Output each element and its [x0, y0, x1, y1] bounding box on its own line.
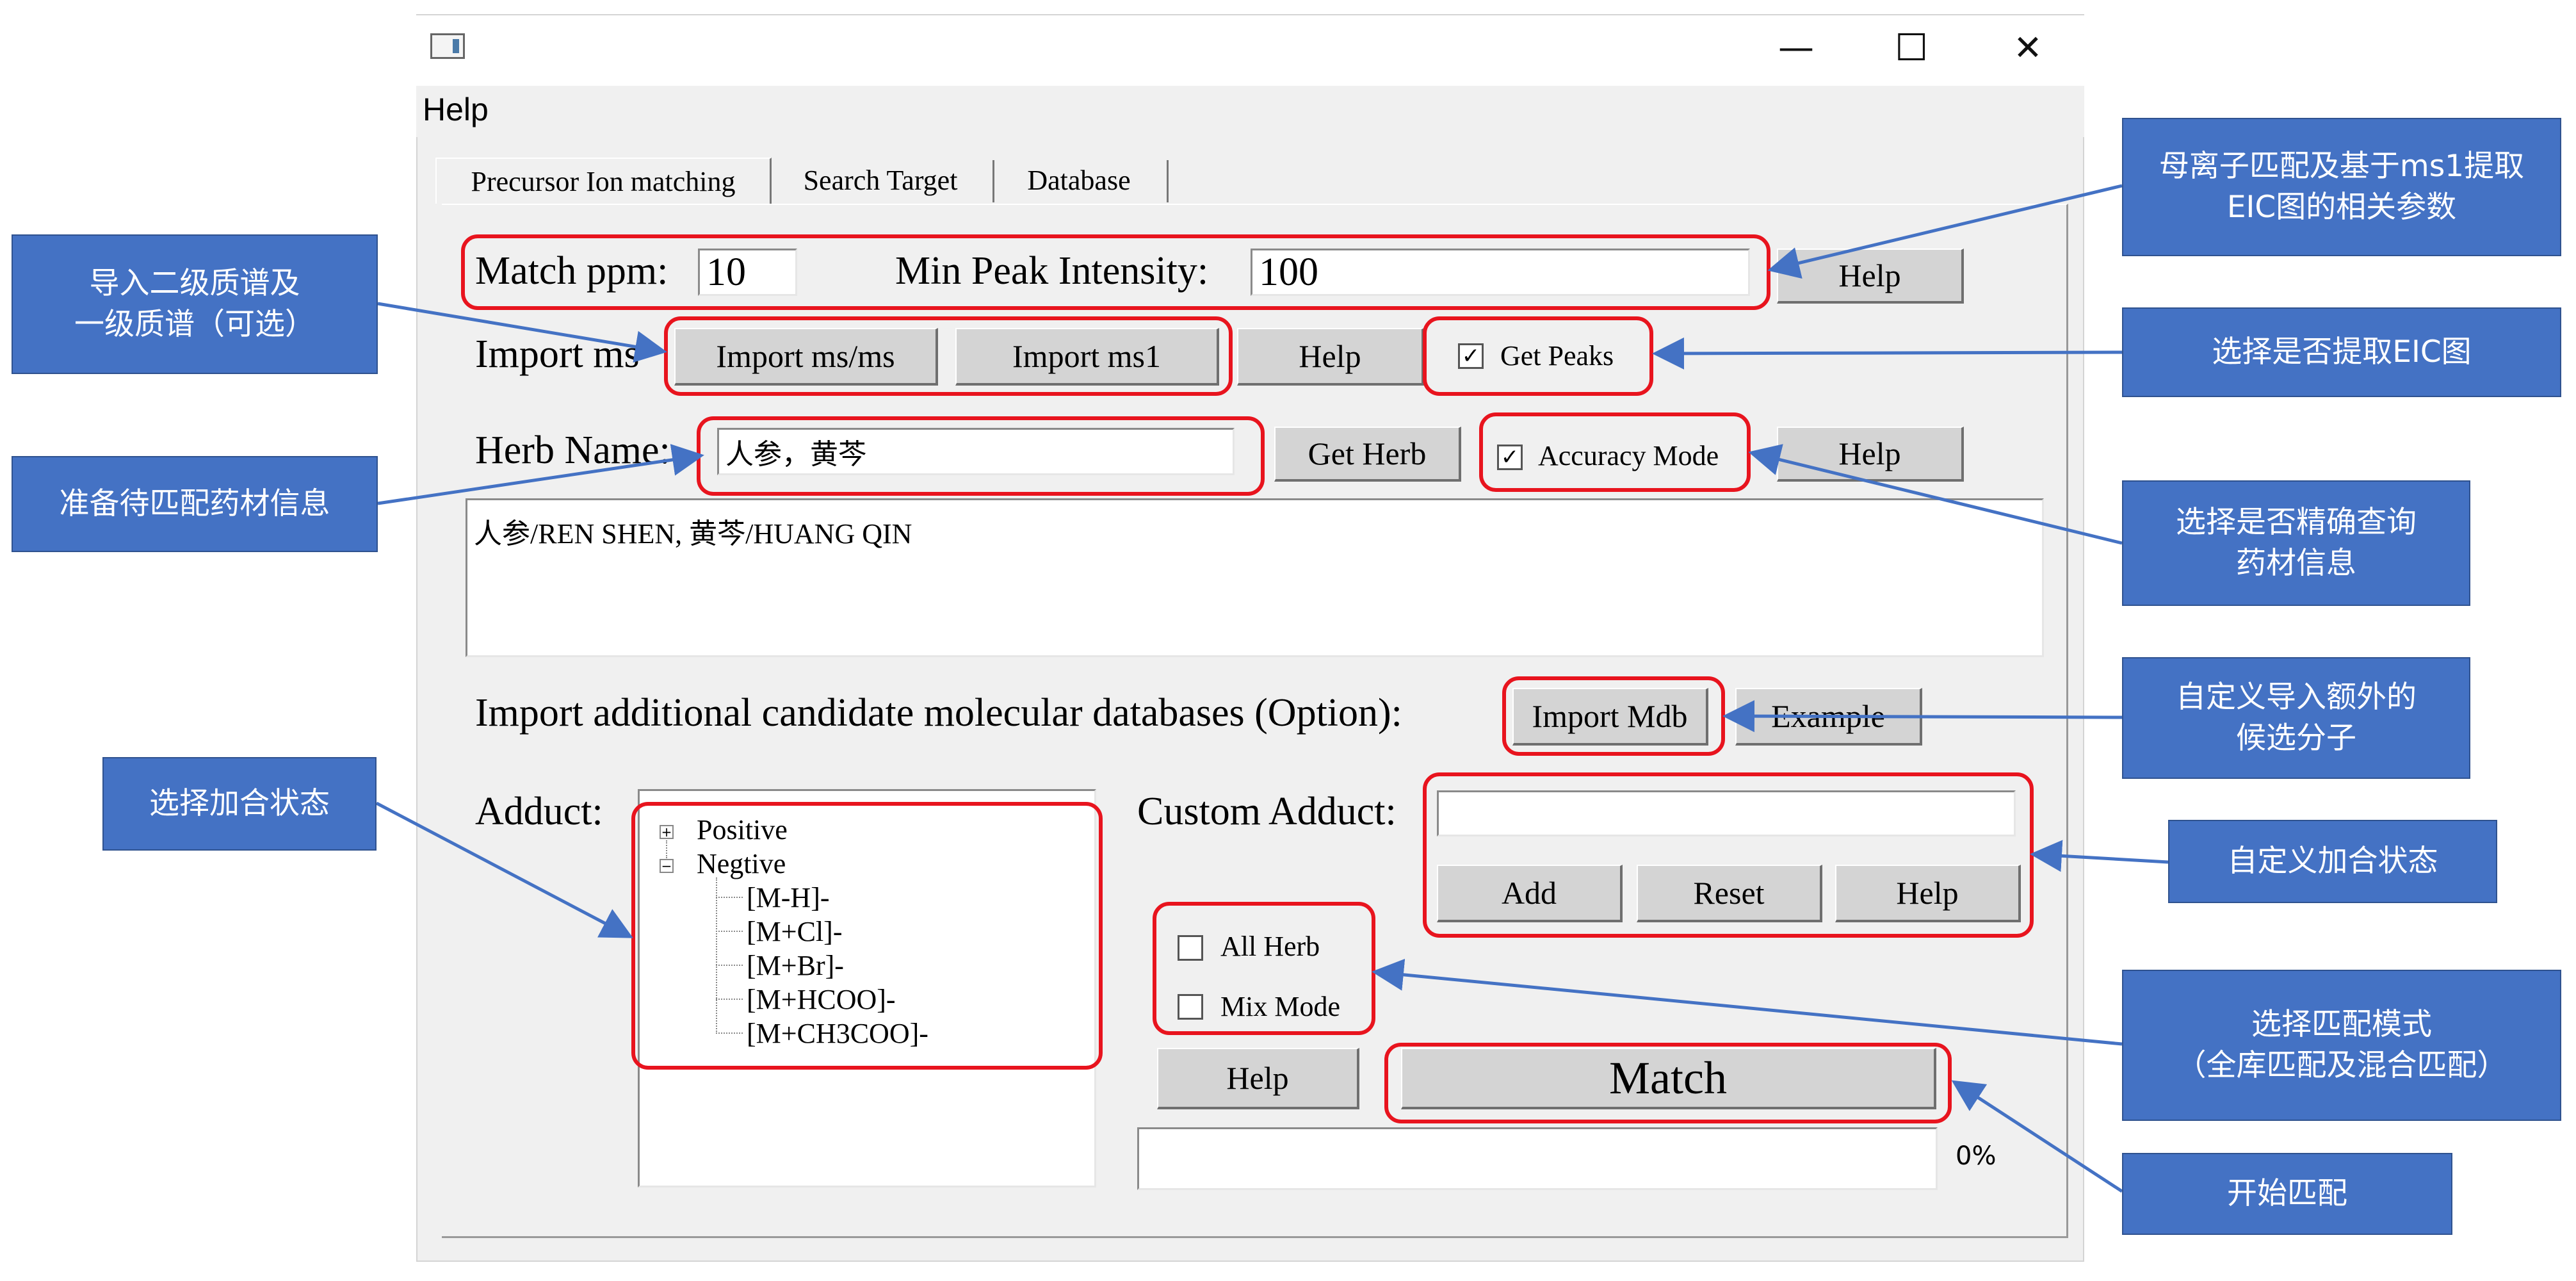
annotation-import-spectra: 导入二级质谱及 一级质谱（可选） — [12, 234, 378, 374]
annotation-params: 母离子匹配及基于ms1提取 EIC图的相关参数 — [2122, 118, 2561, 256]
arrow-custom-adduct — [2030, 840, 2169, 872]
annotation-prepare-herb: 准备待匹配药材信息 — [12, 456, 378, 552]
annotation-accuracy: 选择是否精确查询 药材信息 — [2122, 480, 2470, 606]
arrow-accuracy — [1748, 444, 2123, 545]
annotation-custom-adduct: 自定义加合状态 — [2168, 820, 2497, 903]
annotation-custom-mol: 自定义导入额外的 候选分子 — [2122, 657, 2470, 779]
arrow-start — [1951, 1080, 2123, 1193]
annotation-adduct: 选择加合状态 — [102, 757, 377, 851]
arrow-get-peaks — [1652, 337, 2123, 370]
annotation-get-eic: 选择是否提取EIC图 — [2122, 307, 2561, 397]
arrow-custom-mol — [1722, 700, 2123, 733]
arrow-params — [1767, 184, 2123, 279]
arrow-match-mode — [1372, 958, 2123, 1046]
annotation-start: 开始匹配 — [2122, 1153, 2452, 1235]
arrow-import-spectra — [377, 302, 667, 363]
arrow-adduct — [375, 801, 633, 938]
annotation-match-mode: 选择匹配模式 （全库匹配及混合匹配） — [2122, 970, 2561, 1121]
arrow-prepare-herb — [377, 444, 704, 505]
